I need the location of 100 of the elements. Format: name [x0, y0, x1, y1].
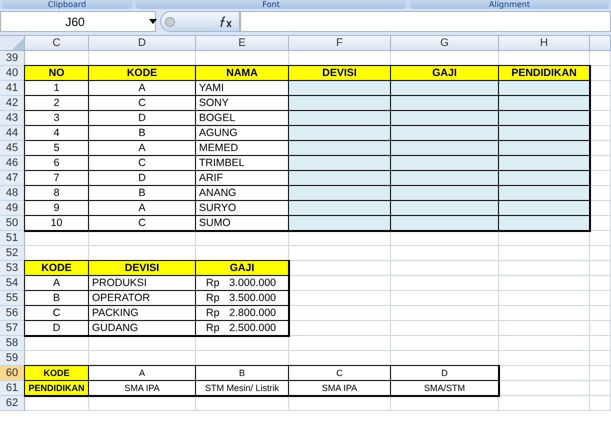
- row-header[interactable]: 42: [0, 96, 25, 111]
- table-cell: C: [89, 96, 196, 111]
- row-header[interactable]: 57: [0, 321, 25, 336]
- table-cell: B: [25, 291, 89, 306]
- caret-icon[interactable]: [148, 19, 157, 24]
- table-cell: ARIF: [196, 171, 289, 186]
- empty-cell: [590, 321, 611, 336]
- table-cell: C: [89, 156, 196, 171]
- row-header[interactable]: 52: [0, 246, 25, 261]
- row-header[interactable]: 45: [0, 141, 25, 156]
- empty-cell: [590, 381, 611, 396]
- formula-button[interactable]: [160, 11, 240, 32]
- column-header[interactable]: D: [89, 36, 196, 51]
- table-header-cell: DEVISI: [89, 261, 196, 276]
- empty-cell: [590, 246, 611, 261]
- table-cell: STM Mesin/ Listrik: [196, 381, 289, 396]
- row-header[interactable]: 46: [0, 156, 25, 171]
- row-header[interactable]: 39: [0, 51, 25, 66]
- table-cell: 10: [25, 216, 89, 231]
- row-header[interactable]: 55: [0, 291, 25, 306]
- select-all-corner[interactable]: [0, 36, 25, 51]
- column-header[interactable]: F: [289, 36, 391, 51]
- column-header[interactable]: C: [25, 36, 89, 51]
- currency-label: Rp: [206, 322, 220, 334]
- table-cell: PRODUKSI: [89, 276, 196, 291]
- name-box[interactable]: J60: [0, 11, 156, 32]
- amount-value: 2.800.000: [229, 307, 276, 319]
- formula-field[interactable]: [240, 11, 611, 32]
- row-header[interactable]: 48: [0, 186, 25, 201]
- table-cell: 7: [25, 171, 89, 186]
- table-cell: 9: [25, 201, 89, 216]
- table-header-cell: GAJI: [196, 261, 289, 276]
- empty-cell: [590, 351, 611, 366]
- ribbon-group-label[interactable]: Font: [136, 0, 406, 9]
- table-cell: OPERATOR: [89, 291, 196, 306]
- currency-label: Rp: [206, 277, 220, 289]
- row-header[interactable]: 60: [0, 366, 25, 381]
- row-header[interactable]: 41: [0, 81, 25, 96]
- row-header[interactable]: 50: [0, 216, 25, 231]
- table-cell: D: [25, 321, 89, 336]
- row-header[interactable]: 54: [0, 276, 25, 291]
- row-header[interactable]: 43: [0, 111, 25, 126]
- table-cell: SMA IPA: [89, 381, 196, 396]
- column-header[interactable]: H: [499, 36, 590, 51]
- ribbon-group-label[interactable]: Alignment: [410, 0, 609, 9]
- table-cell: D: [89, 111, 196, 126]
- table-cell: B: [89, 186, 196, 201]
- column-header[interactable]: E: [196, 36, 289, 51]
- table-cell: C: [89, 216, 196, 231]
- empty-cell: [590, 261, 611, 276]
- column-header[interactable]: G: [391, 36, 499, 51]
- table-cell: A: [89, 81, 196, 96]
- empty-cell: [590, 396, 611, 411]
- table-cell: 1: [25, 81, 89, 96]
- table-cell: GUDANG: [89, 321, 196, 336]
- row-header[interactable]: 49: [0, 201, 25, 216]
- table-cell: B: [196, 366, 289, 381]
- table-cell: SONY: [196, 96, 289, 111]
- empty-cell: [590, 231, 611, 246]
- amount-value: 2.500.000: [229, 322, 276, 334]
- row-header[interactable]: 59: [0, 351, 25, 366]
- row-header[interactable]: 47: [0, 171, 25, 186]
- table-cell: 5: [25, 141, 89, 156]
- table-cell: MEMED: [196, 141, 289, 156]
- table-cell: C: [289, 366, 391, 381]
- table-header-cell: KODE: [89, 66, 196, 81]
- amount-value: 3.500.000: [229, 292, 276, 304]
- table-cell: A: [89, 201, 196, 216]
- table-cell: BOGEL: [196, 111, 289, 126]
- table-header-cell: DEVISI: [289, 66, 391, 81]
- empty-cell: [590, 276, 611, 291]
- table-cell: B: [89, 126, 196, 141]
- table-cell: A: [25, 276, 89, 291]
- table-cell: 4: [25, 126, 89, 141]
- row-header[interactable]: 56: [0, 306, 25, 321]
- row-header[interactable]: 58: [0, 336, 25, 351]
- table-header-cell: NO: [25, 66, 89, 81]
- table-cell: 6: [25, 156, 89, 171]
- table-header-cell: GAJI: [391, 66, 499, 81]
- row-header[interactable]: 51: [0, 231, 25, 246]
- table-cell: A: [89, 366, 196, 381]
- table-cell: D: [89, 171, 196, 186]
- table-cell: A: [89, 141, 196, 156]
- table-cell: C: [25, 306, 89, 321]
- row-header[interactable]: 61: [0, 381, 25, 396]
- table-cell: SMA IPA: [289, 381, 391, 396]
- table-cell: YAMI: [196, 81, 289, 96]
- table-header-cell: PENDIDIKAN: [25, 381, 89, 396]
- row-header[interactable]: 40: [0, 66, 25, 81]
- table-header-cell: NAMA: [196, 66, 289, 81]
- row-header[interactable]: 44: [0, 126, 25, 141]
- circle-icon: [165, 16, 175, 26]
- ribbon-group-label[interactable]: Clipboard: [2, 0, 132, 9]
- table-header-cell: PENDIDIKAN: [499, 66, 590, 81]
- table-cell: TRIMBEL: [196, 156, 289, 171]
- row-header[interactable]: 53: [0, 261, 25, 276]
- column-header[interactable]: [590, 36, 611, 51]
- table-cell: 8: [25, 186, 89, 201]
- row-header[interactable]: 62: [0, 396, 25, 411]
- empty-cell: [590, 306, 611, 321]
